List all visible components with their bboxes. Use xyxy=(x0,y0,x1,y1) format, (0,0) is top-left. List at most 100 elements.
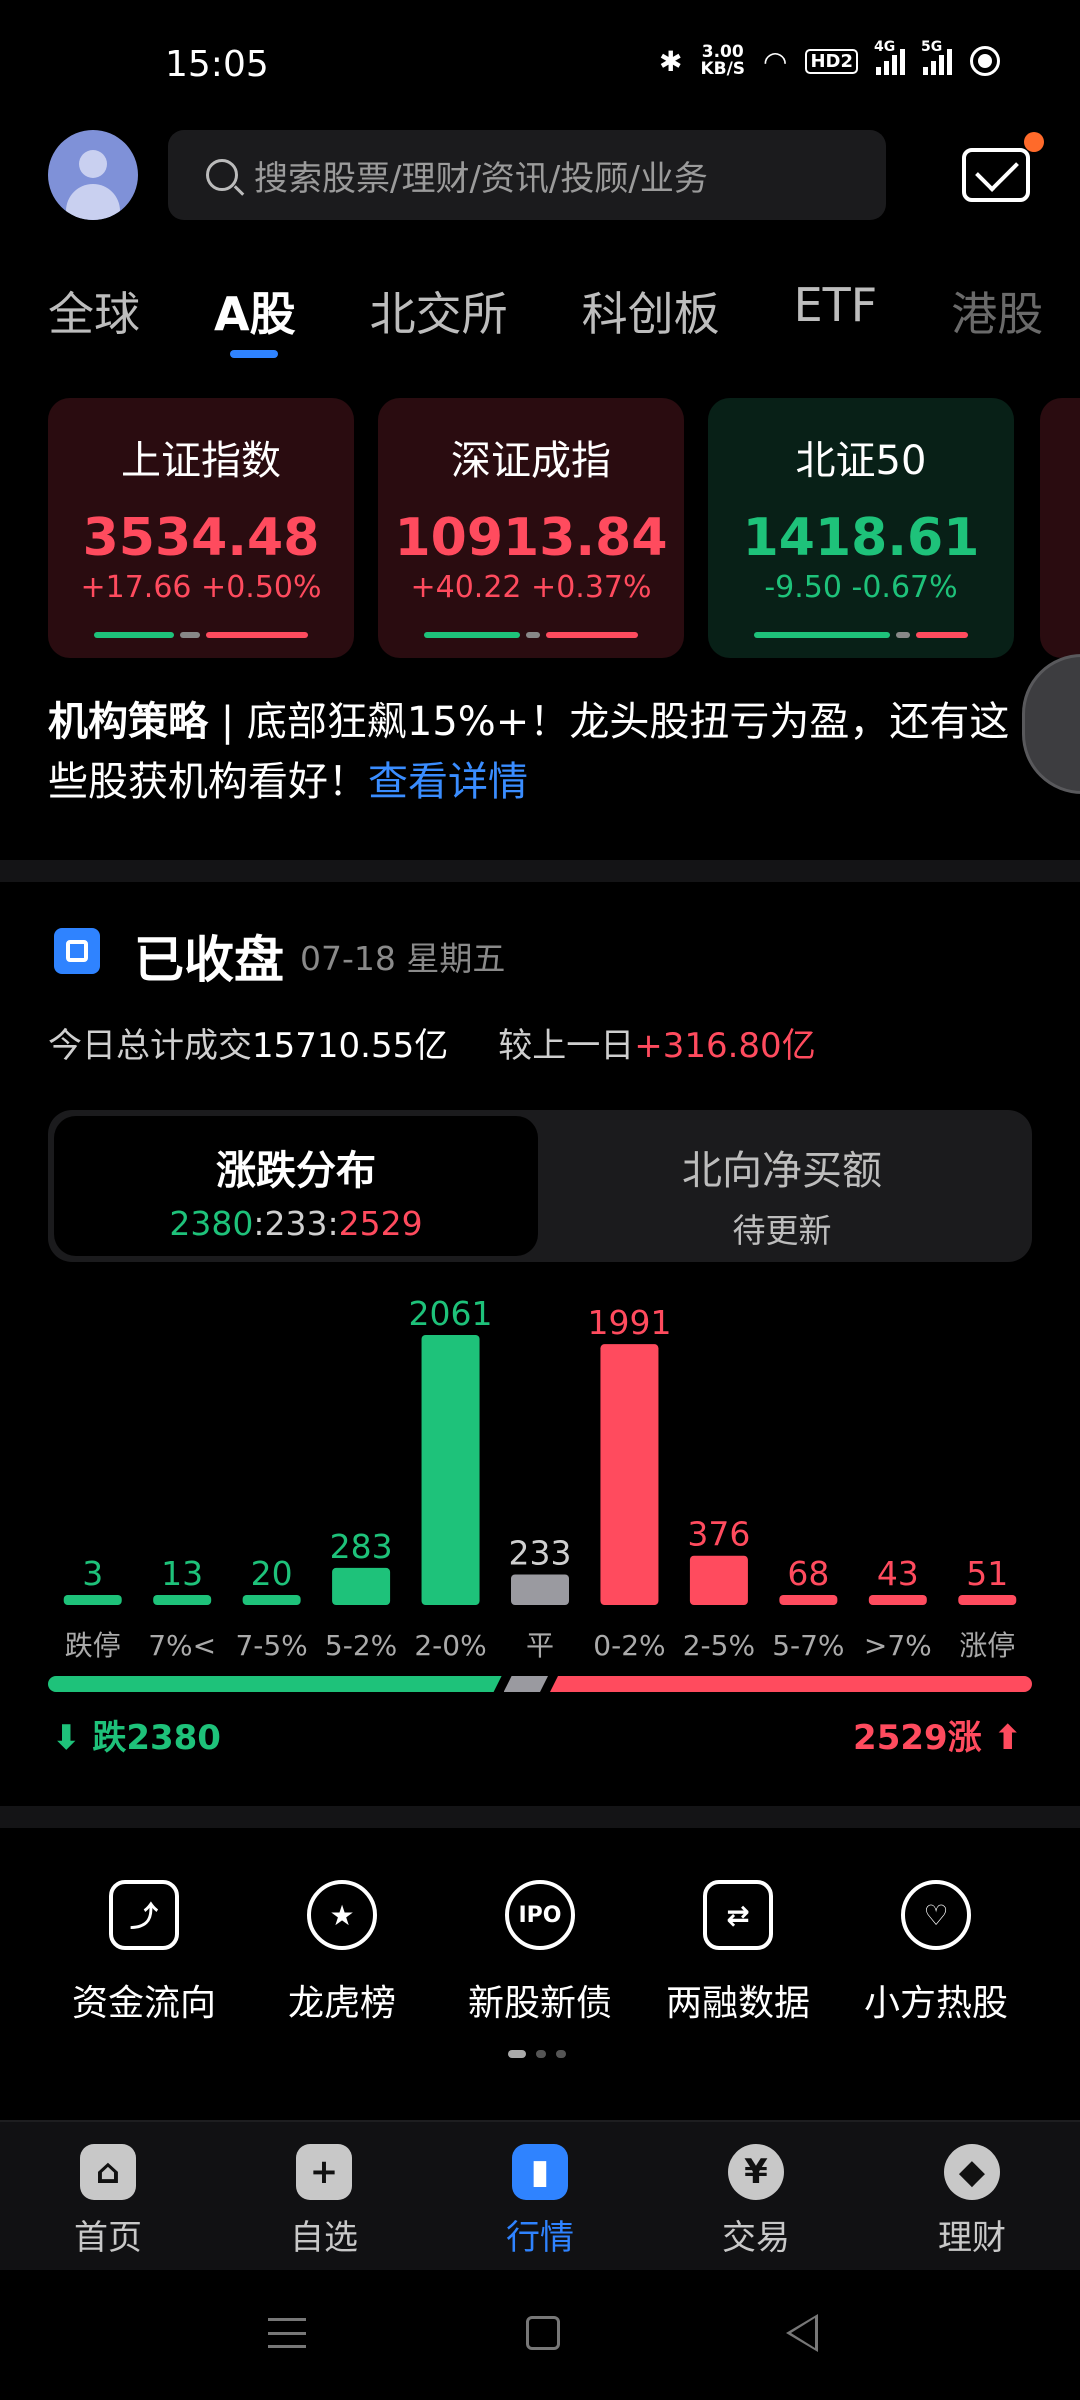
tab-up-down-distribution[interactable]: 涨跌分布 2380:233:2529 xyxy=(54,1116,538,1256)
turnover-summary: 今日总计成交15710.55亿 较上一日+316.80亿 xyxy=(48,1026,816,1066)
market-status-icon xyxy=(54,928,100,974)
index-name: 北证50 xyxy=(795,438,927,484)
category-label: 7-5% xyxy=(235,1629,307,1662)
bar-value-label: 283 xyxy=(330,1527,393,1566)
wifi-icon: ◠ xyxy=(763,44,788,78)
bar-value-label: 2061 xyxy=(409,1294,493,1333)
total-down: ⬇ 跌2380 xyxy=(52,1718,221,1758)
tool-ipo[interactable]: IPO 新股新债 xyxy=(440,1880,640,2026)
nav-watchlist[interactable]: + 自选 xyxy=(244,2144,404,2259)
home-button-icon[interactable] xyxy=(526,2316,560,2350)
floating-assistant-button[interactable] xyxy=(1022,654,1080,794)
category-label: 5-2% xyxy=(325,1629,397,1662)
breadth-ratio-bar xyxy=(48,1676,1032,1692)
turnover-value: 15710.55亿 xyxy=(252,1026,449,1066)
news-detail-link[interactable]: 查看详情 xyxy=(368,759,528,805)
status-time: 15:05 xyxy=(165,44,269,85)
market-date: 07-18 星期五 xyxy=(300,939,506,978)
nav-market[interactable]: ▮ 行情 xyxy=(460,2144,620,2259)
tab-hk-stocks[interactable]: 港股 xyxy=(951,278,1043,344)
tab-northbound-net-buy[interactable]: 北向净买额 待更新 xyxy=(538,1116,1026,1256)
network-speed: 3.00 KB/S xyxy=(700,42,746,79)
bottom-nav: ⌂ 首页 + 自选 ▮ 行情 ¥ 交易 ◆ 理财 xyxy=(0,2120,1080,2270)
signal-5g-icon: 5G xyxy=(921,39,952,75)
market-status: 已收盘 xyxy=(134,931,284,989)
bar-2 xyxy=(242,1595,301,1605)
distribution-toggle: 涨跌分布 2380:233:2529 北向净买额 待更新 xyxy=(48,1110,1032,1262)
category-label: 2-0% xyxy=(414,1629,486,1662)
bar-1 xyxy=(153,1595,212,1605)
bar-4 xyxy=(421,1335,480,1605)
search-input[interactable]: 搜索股票/理财/资讯/投顾/业务 xyxy=(168,130,886,220)
bar-8 xyxy=(779,1595,838,1605)
recent-apps-icon[interactable] xyxy=(268,2318,306,2348)
index-change: -9.50 -0.67% xyxy=(764,570,958,605)
bar-3 xyxy=(332,1567,391,1605)
tool-dragon-tiger[interactable]: ★ 龙虎榜 xyxy=(242,1880,442,2026)
bar-value-label: 13 xyxy=(161,1554,203,1593)
bar-value-label: 68 xyxy=(787,1554,829,1593)
section-divider xyxy=(0,860,1080,882)
category-label: 0-2% xyxy=(593,1629,665,1662)
tab-bse[interactable]: 北交所 xyxy=(370,278,508,344)
category-label: 平 xyxy=(526,1629,554,1662)
index-card-shanghai[interactable]: 上证指数 3534.48 +17.66 +0.50% xyxy=(48,398,354,658)
tab-star-market[interactable]: 科创板 xyxy=(582,278,720,344)
index-value: 1418.61 xyxy=(742,508,980,568)
news-tag: 机构策略 xyxy=(48,699,208,745)
record-icon xyxy=(970,46,1000,76)
bar-value-label: 233 xyxy=(509,1533,572,1572)
index-change: +17.66 +0.50% xyxy=(80,570,322,605)
breadth-up-segment xyxy=(550,1676,1032,1692)
category-label: 7%< xyxy=(148,1629,216,1662)
home-icon: ⌂ xyxy=(80,2144,136,2200)
section-divider xyxy=(0,1806,1080,1828)
unread-badge xyxy=(1024,132,1044,152)
status-icons: ✱ 3.00 KB/S ◠ HD2 4G 5G xyxy=(659,39,1000,79)
bar-value-label: 20 xyxy=(251,1554,293,1593)
page-indicator xyxy=(508,2050,566,2058)
tool-hot-stocks[interactable]: ♡ 小方热股 xyxy=(836,1880,1036,2026)
market-chart-icon: ▮ xyxy=(512,2144,568,2200)
margin-data-icon: ⇄ xyxy=(703,1880,773,1950)
nav-trade[interactable]: ¥ 交易 xyxy=(676,2144,836,2259)
hd-voice-icon: HD2 xyxy=(805,48,858,74)
system-nav-bar xyxy=(0,2270,1080,2400)
index-breadth-bar xyxy=(754,632,968,638)
tab-a-shares[interactable]: A股 xyxy=(214,278,296,358)
index-breadth-bar xyxy=(94,632,308,638)
signal-4g-icon: 4G xyxy=(874,39,905,75)
total-up: 2529涨 ⬆ xyxy=(853,1718,1022,1758)
bar-value-label: 376 xyxy=(687,1515,750,1554)
tab-global[interactable]: 全球 xyxy=(48,278,140,344)
nav-home[interactable]: ⌂ 首页 xyxy=(28,2144,188,2259)
index-name: 深证成指 xyxy=(451,438,611,484)
index-value: 3534.48 xyxy=(82,508,320,568)
category-label: 涨停 xyxy=(959,1629,1015,1662)
status-bar: 15:05 ✱ 3.00 KB/S ◠ HD2 4G 5G xyxy=(0,0,1080,120)
back-icon[interactable] xyxy=(786,2314,818,2352)
avatar[interactable] xyxy=(48,130,138,220)
index-card-shenzhen[interactable]: 深证成指 10913.84 +40.22 +0.37% xyxy=(378,398,684,658)
bar-value-label: 3 xyxy=(82,1554,103,1593)
turnover-change: +316.80亿 xyxy=(634,1026,816,1066)
index-card-bse50[interactable]: 北证50 1418.61 -9.50 -0.67% xyxy=(708,398,1014,658)
market-tabs: 全球 A股 北交所 科创板 ETF 港股 xyxy=(48,278,1080,358)
bar-5 xyxy=(511,1574,569,1605)
tab-etf[interactable]: ETF xyxy=(794,278,878,344)
bar-9 xyxy=(868,1595,927,1605)
bar-7 xyxy=(689,1555,748,1605)
index-change: +40.22 +0.37% xyxy=(410,570,652,605)
tool-fund-flow[interactable]: ⤴ 资金流向 xyxy=(44,1880,244,2026)
search-placeholder: 搜索股票/理财/资讯/投顾/业务 xyxy=(254,158,708,199)
fund-flow-icon: ⤴ xyxy=(109,1880,179,1950)
tool-margin-data[interactable]: ⇄ 两融数据 xyxy=(638,1880,838,2026)
yuan-icon: ¥ xyxy=(728,2144,784,2200)
message-icon[interactable] xyxy=(962,132,1044,202)
index-name: 上证指数 xyxy=(121,438,281,484)
bar-6 xyxy=(600,1344,659,1605)
bar-value-label: 1991 xyxy=(587,1303,671,1342)
index-card-next[interactable] xyxy=(1040,398,1080,658)
nav-wealth[interactable]: ◆ 理财 xyxy=(892,2144,1052,2259)
news-headline[interactable]: 机构策略 | 底部狂飙15%+！龙头股扭亏为盈，还有这些股获机构看好！查看详情 xyxy=(48,692,1028,812)
